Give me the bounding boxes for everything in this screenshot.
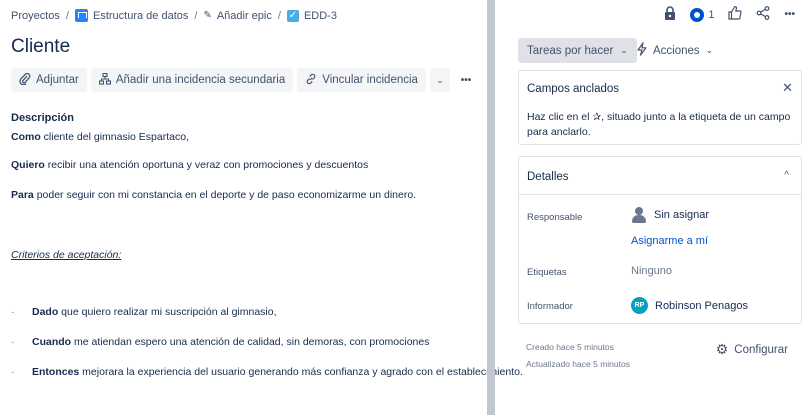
reporter-value[interactable]: RP Robinson Penagos — [631, 297, 748, 314]
issue-key-label: EDD-3 — [303, 9, 337, 22]
bullet-text: mejorara la experiencia del usuario gene… — [79, 366, 523, 378]
paragraph-keyword: Quiero — [11, 159, 45, 171]
task-type-icon: ✓ — [286, 9, 299, 22]
configure-label: Configurar — [734, 343, 788, 356]
breadcrumb-add-epic[interactable]: ✎ Añadir epic — [203, 10, 271, 22]
lightning-icon — [637, 42, 647, 59]
link-icon — [305, 73, 317, 88]
thumbs-up-icon[interactable] — [728, 6, 743, 23]
assignee-name: Sin asignar — [654, 209, 710, 221]
list-item[interactable]: · Entonces mejorara la experiencia del u… — [11, 366, 523, 378]
breadcrumb-projects[interactable]: Proyectos — [11, 10, 60, 22]
reporter-name: Robinson Penagos — [655, 299, 748, 312]
watch-icon — [690, 7, 705, 22]
bullet-marker: · — [11, 306, 15, 318]
bullet-marker: · — [11, 336, 15, 348]
updated-timestamp: Actualizado hace 5 minutos — [526, 359, 630, 369]
paragraph-keyword: Como — [11, 131, 41, 143]
created-timestamp: Creado hace 5 minutos — [526, 342, 614, 352]
chevron-down-icon: ⌄ — [436, 74, 444, 85]
add-child-label: Añadir una incidencia secundaria — [115, 74, 286, 86]
more-icon: ••• — [460, 74, 472, 86]
breadcrumb: Proyectos / Estructura de datos / ✎ Añad… — [11, 9, 337, 22]
chevron-down-icon: ⌄ — [620, 45, 628, 55]
unassigned-user-icon — [631, 207, 647, 223]
bullet-marker: · — [11, 366, 15, 378]
breadcrumb-epic-label: Añadir epic — [216, 9, 272, 22]
lock-icon[interactable] — [664, 6, 676, 23]
paragraph-keyword: Para — [11, 189, 34, 201]
watch-count: 1 — [708, 8, 715, 21]
chevron-up-icon[interactable]: ^ — [784, 170, 789, 181]
paragraph-text: recibir una atención oportuna y veraz co… — [44, 159, 369, 171]
description-heading: Descripción — [11, 112, 74, 124]
list-item[interactable]: · Cuando me atiendan espero una atención… — [11, 336, 429, 348]
issue-side-panel: 1 ••• Tareas por hacer ⌄ Acciones ⌄ Camp… — [507, 0, 807, 415]
assign-to-me-link[interactable]: Asignarme a mí — [631, 235, 708, 247]
attach-label: Adjuntar — [36, 74, 79, 86]
gear-icon: ⚙ — [715, 341, 729, 357]
breadcrumb-separator: / — [277, 9, 281, 22]
watch-button[interactable]: 1 — [690, 7, 715, 22]
avatar: RP — [631, 297, 648, 314]
description-paragraph[interactable]: Para poder seguir con mi constancia en e… — [11, 189, 416, 201]
share-icon[interactable] — [756, 6, 770, 23]
issue-header-actions: 1 ••• — [664, 6, 795, 23]
link-issue-label: Vincular incidencia — [322, 74, 418, 86]
attach-button[interactable]: Adjuntar — [11, 68, 87, 92]
link-issue-dropdown-button[interactable]: ⌄ — [429, 68, 450, 92]
more-actions-button[interactable]: ••• — [454, 68, 478, 92]
breadcrumb-separator: / — [65, 9, 69, 22]
reporter-label: Informador — [527, 301, 573, 312]
list-item[interactable]: · Dado que quiero realizar mi suscripció… — [11, 306, 277, 318]
acceptance-criteria-heading: Criterios de aceptación: — [11, 249, 122, 261]
bullet-keyword: Cuando — [32, 336, 72, 348]
paragraph-text: cliente del gimnasio Espartaco, — [40, 131, 189, 143]
bullet-text: que quiero realizar mi suscripción al gi… — [58, 306, 277, 318]
panel-resize-divider[interactable] — [487, 0, 495, 415]
details-heading: Detalles — [527, 171, 569, 183]
pinned-fields-hint: Haz clic en el ✰, situado junto a la eti… — [527, 111, 791, 138]
more-icon[interactable]: ••• — [784, 9, 795, 20]
chevron-down-icon: ⌄ — [705, 45, 714, 55]
actions-label: Acciones — [653, 44, 700, 57]
issue-main-panel: Proyectos / Estructura de datos / ✎ Añad… — [0, 0, 523, 415]
pencil-icon: ✎ — [203, 10, 212, 21]
details-header[interactable]: Detalles ^ — [519, 157, 801, 195]
breadcrumb-project[interactable]: Estructura de datos — [74, 9, 189, 22]
bullet-text: me atiendan espero una atención de calid… — [71, 336, 430, 348]
breadcrumb-issue-key[interactable]: ✓ EDD-3 — [286, 9, 337, 22]
assignee-value[interactable]: Sin asignar — [631, 207, 709, 223]
status-label: Tareas por hacer — [527, 44, 614, 57]
issue-title[interactable]: Cliente — [11, 36, 70, 58]
link-issue-button[interactable]: Vincular incidencia — [297, 68, 426, 92]
paragraph-text: poder seguir con mi constancia en el dep… — [33, 189, 417, 201]
labels-value[interactable]: Ninguno — [631, 265, 672, 277]
description-paragraph[interactable]: Quiero recibir una atención oportuna y v… — [11, 159, 368, 171]
assignee-label: Responsable — [527, 212, 583, 223]
labels-label: Etiquetas — [527, 267, 567, 278]
pinned-fields-heading: Campos anclados — [527, 83, 620, 95]
configure-button[interactable]: ⚙ Configurar — [716, 341, 788, 358]
status-dropdown[interactable]: Tareas por hacer ⌄ — [518, 38, 637, 63]
issue-toolbar: Adjuntar Añadir una incidencia secundari… — [11, 68, 478, 92]
close-icon[interactable]: ✕ — [782, 80, 793, 96]
details-panel: Detalles ^ Responsable Sin asignar Asign… — [518, 156, 802, 324]
paperclip-icon — [19, 72, 31, 88]
project-icon — [74, 9, 88, 22]
breadcrumb-projects-label: Proyectos — [11, 9, 60, 22]
bullet-keyword: Dado — [32, 306, 59, 318]
pinned-fields-panel: Campos anclados ✕ Haz clic en el ✰, situ… — [518, 70, 802, 145]
description-paragraph[interactable]: Como cliente del gimnasio Espartaco, — [11, 131, 189, 143]
breadcrumb-project-label: Estructura de datos — [92, 9, 189, 22]
add-child-issue-button[interactable]: Añadir una incidencia secundaria — [90, 68, 294, 92]
bullet-keyword: Entonces — [32, 366, 80, 378]
hierarchy-icon — [98, 72, 111, 88]
breadcrumb-separator: / — [194, 9, 198, 22]
actions-dropdown[interactable]: Acciones ⌄ — [633, 38, 717, 63]
